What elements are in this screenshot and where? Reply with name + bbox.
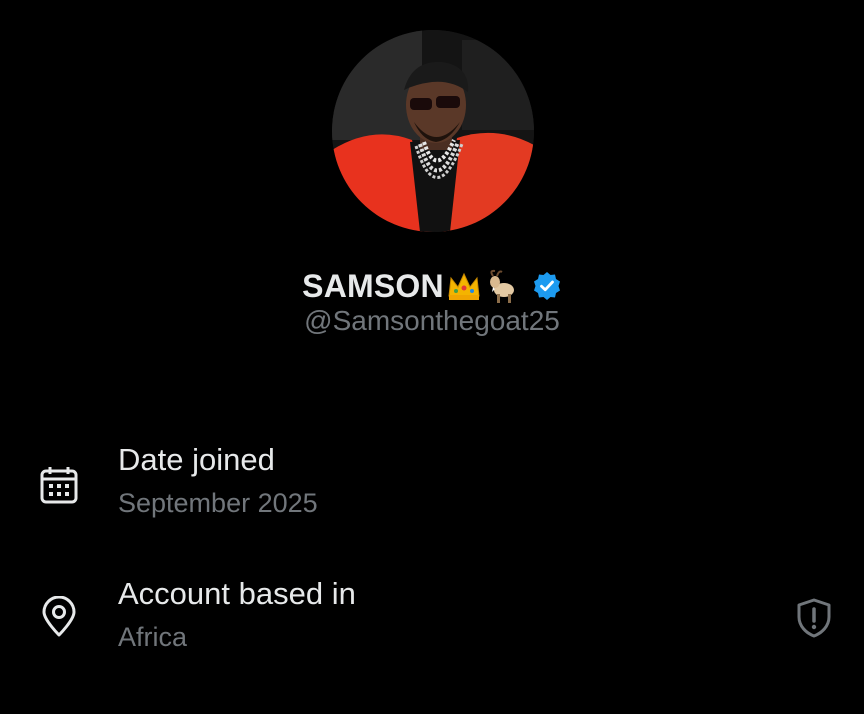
shield-alert-icon[interactable] [792,596,836,640]
date-joined-label: Date joined [118,442,275,477]
avatar-image [332,30,534,232]
location-pin-icon [38,595,80,638]
display-name: SAMSON [302,267,444,304]
profile-avatar[interactable] [332,30,534,232]
profile-name-row: SAMSON [0,264,864,308]
date-joined-row: Date joined September 2025 [0,442,864,532]
account-location-label: Account based in [118,576,356,611]
account-location-row[interactable]: Account based in Africa [0,576,864,666]
profile-handle: @Samsonthegoat25 [304,305,560,336]
verified-badge-icon[interactable] [532,271,562,301]
crown-emoji-icon [446,268,482,304]
calendar-icon [38,464,80,506]
goat-emoji-icon [484,268,520,304]
account-location-value: Africa [118,622,188,652]
date-joined-value: September 2025 [118,488,318,518]
